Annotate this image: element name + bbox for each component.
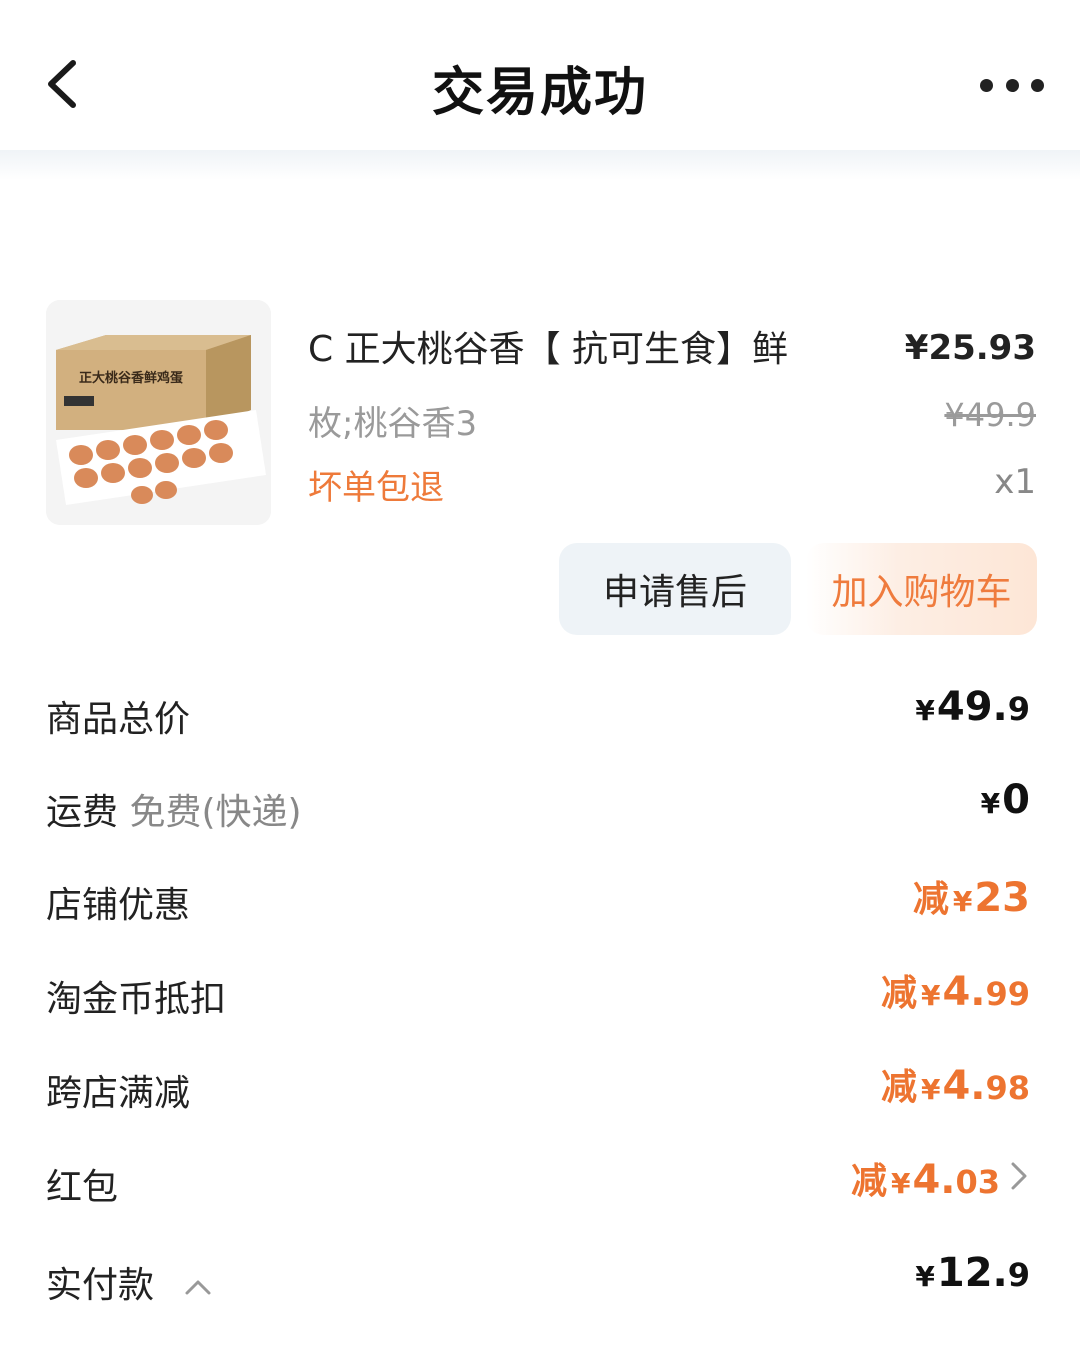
product-price: ¥25.93	[904, 328, 1036, 368]
goods-total-label: 商品总价	[46, 699, 191, 740]
summary-row-cross-shop-discount: 跨店满减 减 ¥ 4. 98	[46, 1054, 1030, 1124]
cross-shop-label: 跨店满减	[46, 1073, 191, 1114]
red-packet-value[interactable]: 减 ¥ 4. 03	[851, 1152, 1030, 1204]
header: 交易成功	[0, 0, 1080, 180]
summary-row-shop-discount: 店铺优惠 减 ¥ 23	[46, 866, 1030, 936]
product-spec: 枚;桃谷香3	[308, 404, 478, 444]
summary-row-coin-deduction: 淘金币抵扣 减 ¥ 4. 99	[46, 960, 1030, 1030]
chevron-right-icon	[1011, 1162, 1027, 1190]
shipping-method: 免费(快递)	[129, 792, 302, 833]
more-dots-icon	[980, 78, 993, 92]
egg-box-illustration: 正大桃谷香鲜鸡蛋	[46, 300, 271, 525]
paid-value: ¥ 12. 9	[915, 1250, 1030, 1296]
product-quantity: x1	[994, 462, 1036, 502]
product-card[interactable]: 正大桃谷香鲜鸡蛋 C 正大桃谷香【 抗可生食】鲜 ¥25.93 枚;桃谷香3 ¥…	[46, 300, 1036, 530]
more-button[interactable]	[980, 70, 1044, 100]
paid-label[interactable]: 实付款	[46, 1256, 213, 1308]
egg-box-brand-text: 正大桃谷香鲜鸡蛋	[79, 370, 183, 386]
cross-shop-value: 减 ¥ 4. 98	[880, 1063, 1030, 1109]
summary-row-red-packet[interactable]: 红包 减 ¥ 4. 03	[46, 1148, 1030, 1218]
summary-row-paid: 实付款 ¥ 12. 9	[46, 1246, 1030, 1316]
add-to-cart-button[interactable]: 加入购物车	[806, 543, 1037, 635]
summary-row-shipping: 运费 免费(快递) ¥ 0	[46, 773, 1030, 843]
shipping-value: ¥ 0	[980, 777, 1030, 823]
product-service-tag: 坏单包退	[308, 468, 444, 508]
shipping-label: 运费 免费(快递)	[46, 792, 302, 833]
shop-discount-label: 店铺优惠	[46, 885, 191, 926]
coin-deduction-value: 减 ¥ 4. 99	[880, 969, 1030, 1015]
product-name[interactable]: C 正大桃谷香【 抗可生食】鲜	[308, 320, 908, 372]
red-packet-label: 红包	[46, 1167, 119, 1208]
page-title: 交易成功	[431, 63, 648, 123]
header-divider	[0, 150, 1080, 180]
shop-discount-value: 减 ¥ 23	[912, 875, 1030, 921]
coin-deduction-label: 淘金币抵扣	[46, 979, 227, 1020]
order-detail-page: 交易成功 正大桃谷香鲜鸡蛋 C 正大桃谷香【 抗可生食】鲜 ¥25.93 枚;桃…	[0, 0, 1080, 1364]
goods-total-value: ¥ 49. 9	[915, 684, 1030, 730]
product-original-price: ¥49.9	[944, 396, 1036, 434]
product-image[interactable]: 正大桃谷香鲜鸡蛋	[46, 300, 271, 525]
apply-after-sale-button[interactable]: 申请售后	[559, 543, 791, 635]
summary-row-goods-total: 商品总价 ¥ 49. 9	[46, 680, 1030, 750]
chevron-up-icon[interactable]	[183, 1277, 213, 1297]
